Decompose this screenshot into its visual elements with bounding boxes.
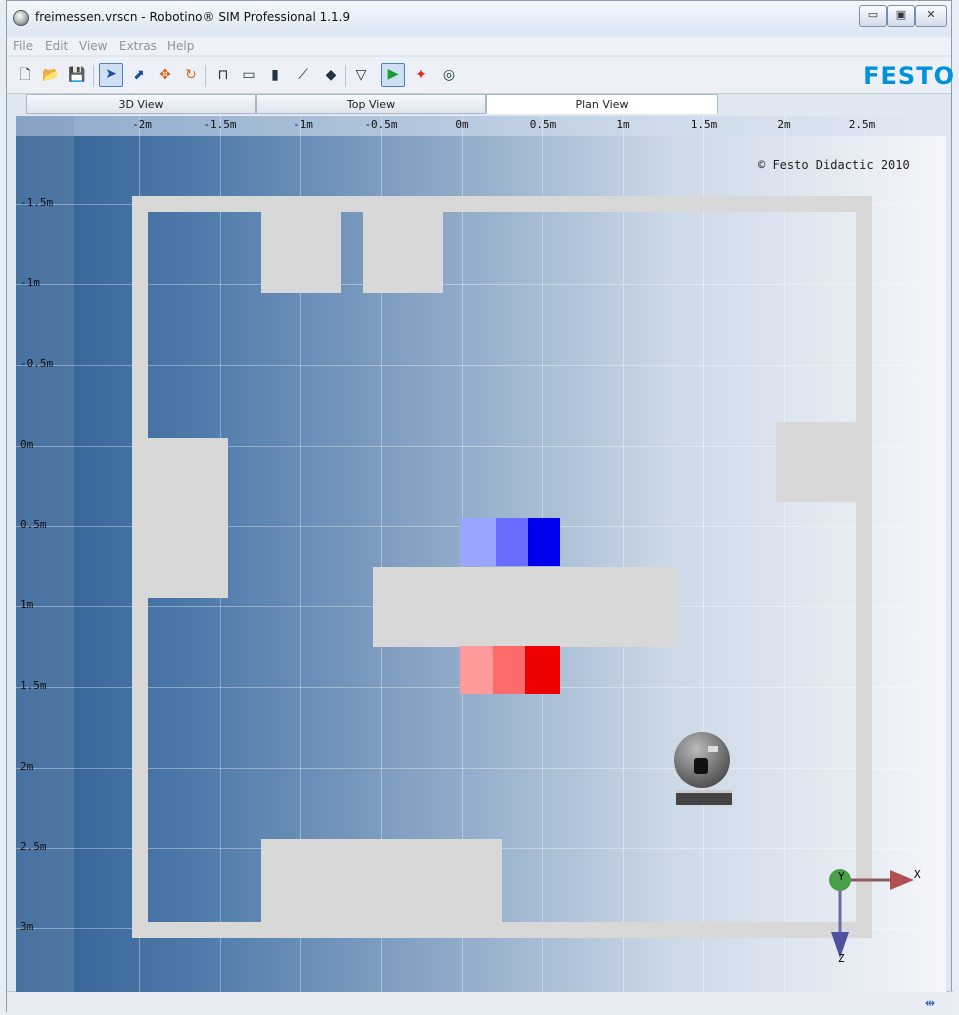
y-tick-label: -1.5m xyxy=(20,196,54,209)
obstacle-block[interactable] xyxy=(261,212,341,293)
line-icon[interactable]: ⟋ xyxy=(293,65,313,85)
maximize-button[interactable]: ▣ xyxy=(887,5,915,27)
new-file-icon[interactable]: 🗋 xyxy=(15,65,35,85)
festo-logo: FESTO xyxy=(863,62,955,90)
play-icon[interactable]: ▶ xyxy=(381,63,405,87)
menu-help[interactable]: Help xyxy=(167,39,194,53)
y-tick-label: 2m xyxy=(20,760,34,773)
wall-icon[interactable]: ◆ xyxy=(321,65,341,85)
menu-view[interactable]: View xyxy=(79,39,107,53)
marker-icon[interactable]: ▮ xyxy=(265,65,285,85)
menu-extras[interactable]: Extras xyxy=(119,39,157,53)
ruler-corner-icon[interactable]: ⊓ xyxy=(213,65,233,85)
x-tick-label: 0m xyxy=(455,118,469,131)
y-tick-label: 3m xyxy=(20,920,34,933)
select-arrow-icon[interactable]: ➤ xyxy=(99,63,123,87)
close-button[interactable]: ✕ xyxy=(915,5,947,27)
arena-wall-right[interactable] xyxy=(856,196,872,938)
y-tick-label: 1.5m xyxy=(20,679,47,692)
open-folder-icon[interactable]: 📂 xyxy=(41,65,61,85)
arena-wall-bottom[interactable] xyxy=(132,922,872,938)
rotate-icon[interactable]: ↻ xyxy=(181,65,201,85)
x-axis-arrow xyxy=(890,870,914,890)
x-tick-label: -1.5m xyxy=(203,118,237,131)
x-tick-label: 0.5m xyxy=(529,118,557,131)
toolbar: 🗋 📂 💾 ➤ ⬈ ✥ ↻ ⊓ ▭ ▮ ⟋ ◆ ▽ ▶ ✦ ◎ xyxy=(7,57,951,94)
toolbar-separator xyxy=(205,65,206,87)
tab-plan-view[interactable]: Plan View xyxy=(486,94,718,114)
plan-view-canvas[interactable]: -2m -1.5m -1m -0.5m 0m 0.5m 1m 1.5m 2m 2… xyxy=(16,116,946,992)
red-target-light[interactable] xyxy=(460,646,493,694)
ruler-icon[interactable]: ▭ xyxy=(239,65,259,85)
blue-target-dark[interactable] xyxy=(528,518,560,566)
title-bar[interactable]: freimessen.vrscn - Robotino® SIM Profess… xyxy=(7,1,951,35)
polygon-icon[interactable]: ▽ xyxy=(351,65,371,85)
y-tick-label: 1m xyxy=(20,598,34,611)
x-axis-label: X xyxy=(914,868,921,881)
menu-file[interactable]: File xyxy=(13,39,33,53)
view-tabs: 3D View Top View Plan View xyxy=(16,94,946,116)
robot-bumper xyxy=(676,790,732,805)
grid-line xyxy=(16,284,946,285)
grid-line xyxy=(703,116,704,992)
toolbar-separator xyxy=(345,65,346,87)
obstacle-block[interactable] xyxy=(363,212,443,293)
window-title: freimessen.vrscn - Robotino® SIM Profess… xyxy=(35,10,351,24)
blue-target-light[interactable] xyxy=(460,518,496,566)
save-icon[interactable]: 💾 xyxy=(67,65,87,85)
y-tick-label: -1m xyxy=(20,276,40,289)
arena-wall-left[interactable] xyxy=(132,196,148,938)
y-ruler xyxy=(16,116,74,992)
grid-line xyxy=(16,768,946,769)
robotino-robot[interactable] xyxy=(672,732,732,805)
x-tick-label: 2.5m xyxy=(848,118,876,131)
robot-sensor xyxy=(694,758,708,774)
toolbar-separator xyxy=(93,65,94,87)
x-tick-label: -2m xyxy=(132,118,152,131)
y-axis-label: Y xyxy=(838,870,845,883)
obstacle-table[interactable] xyxy=(373,567,679,647)
camera-icon[interactable]: ◎ xyxy=(439,65,459,85)
minimize-button[interactable]: ▭ xyxy=(859,5,887,27)
y-tick-label: 0m xyxy=(20,438,34,451)
obstacle-block[interactable] xyxy=(148,438,228,598)
arena-wall-top[interactable] xyxy=(132,196,872,212)
y-tick-label: -0.5m xyxy=(20,357,54,370)
pointer-icon[interactable]: ⬈ xyxy=(129,65,149,85)
grid-line xyxy=(16,365,946,366)
x-tick-label: 2m xyxy=(777,118,791,131)
menu-edit[interactable]: Edit xyxy=(45,39,68,53)
robotino-app-icon xyxy=(13,10,29,26)
y-tick-label: 2.5m xyxy=(20,840,47,853)
x-tick-label: -1m xyxy=(293,118,313,131)
obstacle-block[interactable] xyxy=(261,839,502,922)
obstacle-block[interactable] xyxy=(776,422,856,502)
y-tick-label: 0.5m xyxy=(20,518,47,531)
z-axis-label: Z xyxy=(838,952,845,965)
grid-line xyxy=(623,116,624,992)
status-bar: ⇹ xyxy=(7,991,953,1013)
network-connection-icon: ⇹ xyxy=(924,996,935,1010)
move-icon[interactable]: ✥ xyxy=(155,65,175,85)
blue-target-mid[interactable] xyxy=(496,518,528,566)
axis-gizmo xyxy=(829,869,914,958)
menu-bar: File Edit View Extras Help xyxy=(7,37,951,55)
red-target-dark[interactable] xyxy=(525,646,560,694)
x-tick-label: 1m xyxy=(616,118,630,131)
color-objects-icon[interactable]: ✦ xyxy=(411,65,431,85)
x-tick-label: -0.5m xyxy=(364,118,398,131)
red-target-mid[interactable] xyxy=(493,646,525,694)
tab-top-view[interactable]: Top View xyxy=(256,94,486,114)
tab-3d-view[interactable]: 3D View xyxy=(26,94,256,114)
x-tick-label: 1.5m xyxy=(690,118,718,131)
robot-camera xyxy=(708,746,718,752)
grid-line xyxy=(784,116,785,992)
copyright-text: © Festo Didactic 2010 xyxy=(758,158,910,172)
